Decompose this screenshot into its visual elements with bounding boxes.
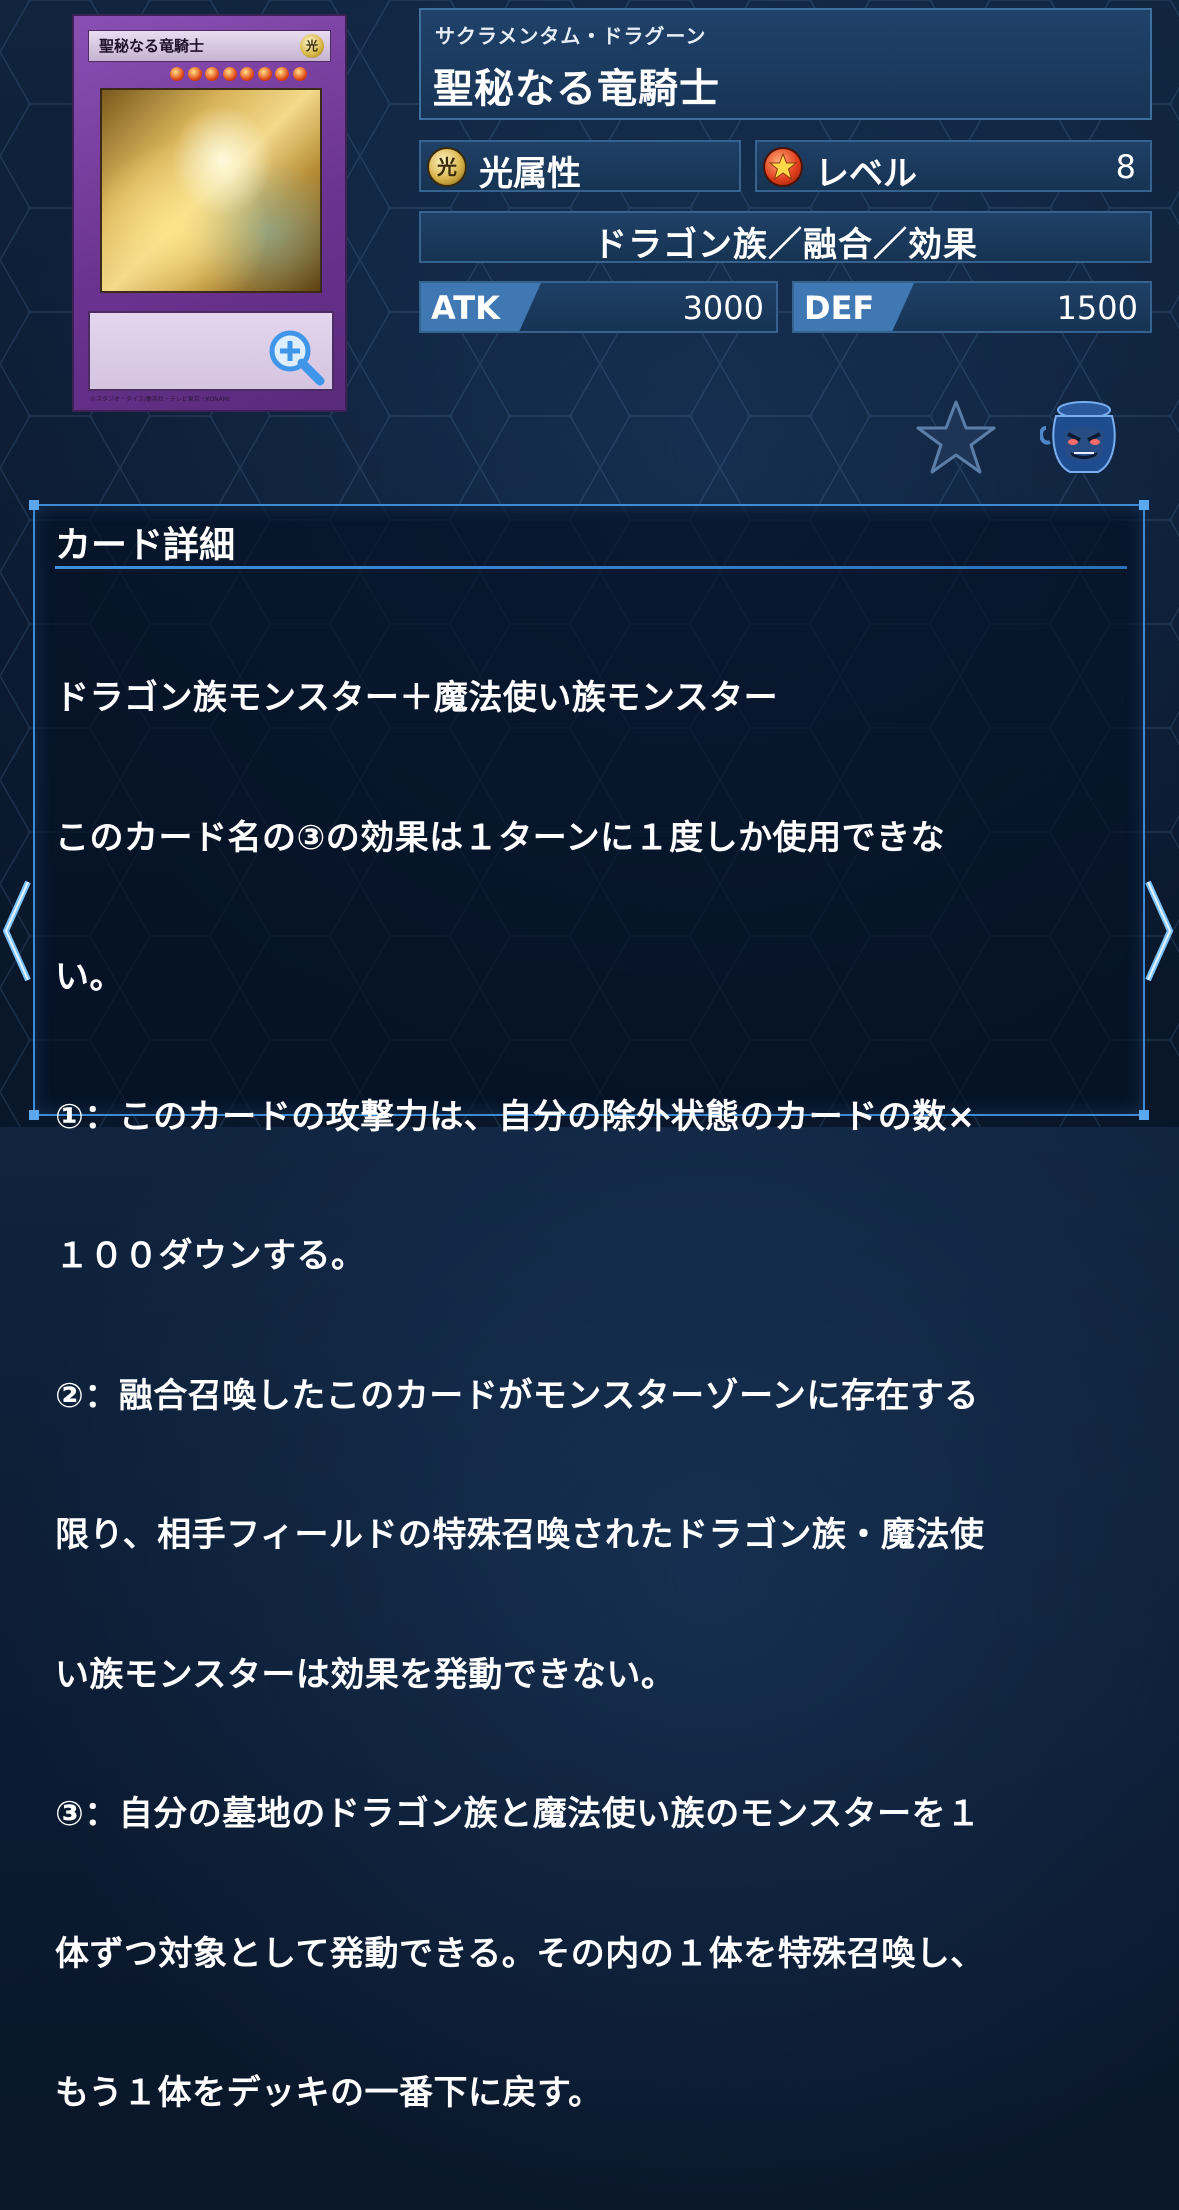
chevron-right-icon[interactable] bbox=[1142, 876, 1176, 986]
level-box: レベル 8 bbox=[755, 140, 1152, 194]
detail-divider bbox=[55, 566, 1127, 569]
card-level-star bbox=[187, 67, 202, 81]
effect-line: ①：このカードの攻撃力は、自分の除外状態のカードの数× bbox=[55, 1096, 976, 1137]
atk-label: ATK bbox=[431, 289, 500, 327]
card-image[interactable]: 聖秘なる竜騎士 光 ©スタジオ・ダイス/集英社・テレビ東京・KONAMI bbox=[72, 14, 347, 412]
card-name-panel: サクラメンタム・ドラグーン 聖秘なる竜騎士 bbox=[419, 8, 1152, 120]
pot-of-greed-icon[interactable] bbox=[1040, 398, 1120, 478]
card-image-footer: ©スタジオ・ダイス/集英社・テレビ東京・KONAMI bbox=[90, 396, 230, 403]
star-icon[interactable] bbox=[915, 398, 997, 476]
effect-line: い族モンスターは効果を発動できない。 bbox=[55, 1654, 676, 1695]
attribute-label: 光属性 bbox=[479, 154, 581, 194]
card-image-text-box bbox=[88, 311, 334, 391]
level-value: 8 bbox=[1115, 148, 1136, 186]
card-level-star bbox=[257, 67, 272, 81]
effect-line: 限り、相手フィールドの特殊召喚されたドラゴン族・魔法使 bbox=[55, 1515, 985, 1555]
light-attribute-icon: 光 bbox=[427, 147, 467, 187]
def-label: DEF bbox=[804, 289, 875, 327]
card-level-star bbox=[292, 67, 307, 81]
card-artwork bbox=[100, 88, 322, 293]
card-name: 聖秘なる竜騎士 bbox=[433, 66, 720, 112]
effect-line: ②：融合召喚したこのカードがモンスターゾーンに存在する bbox=[55, 1375, 979, 1416]
type-box: ドラゴン族／融合／効果 bbox=[419, 211, 1152, 265]
effect-line: もう１体をデッキの一番下に戻す。 bbox=[55, 2073, 603, 2113]
zoom-in-icon[interactable] bbox=[264, 325, 328, 389]
level-label: レベル bbox=[815, 154, 917, 194]
card-level-star bbox=[275, 67, 289, 81]
panel-corner bbox=[29, 1110, 39, 1120]
def-box: DEF 1500 bbox=[792, 281, 1152, 333]
effect-line: 体ずつ対象として発動できる。その内の１体を特殊召喚し、 bbox=[55, 1933, 985, 1974]
card-image-attribute-icon: 光 bbox=[300, 34, 324, 58]
effect-line: １００ダウンする。 bbox=[55, 1236, 366, 1276]
atk-box: ATK 3000 bbox=[419, 281, 778, 333]
detail-title: カード詳細 bbox=[55, 525, 236, 566]
effect-line: ③：自分の墓地のドラゴン族と魔法使い族のモンスターを１ bbox=[55, 1794, 981, 1834]
level-star-icon bbox=[763, 147, 803, 187]
atk-value: 3000 bbox=[682, 289, 764, 327]
card-image-title: 聖秘なる竜騎士 光 bbox=[88, 30, 331, 62]
def-value: 1500 bbox=[1056, 289, 1138, 327]
attribute-box: 光 光属性 bbox=[419, 140, 741, 194]
chevron-left-icon[interactable] bbox=[0, 876, 34, 986]
effect-line: い。 bbox=[55, 957, 124, 997]
card-level-star bbox=[240, 67, 254, 81]
effect-line: ドラゴン族モンスター＋魔法使い族モンスター bbox=[55, 678, 779, 718]
type-line: ドラゴン族／融合／効果 bbox=[593, 225, 978, 265]
card-detail-panel: カード詳細 ドラゴン族モンスター＋魔法使い族モンスター このカード名の③の効果は… bbox=[29, 500, 1149, 2113]
panel-corner bbox=[29, 500, 39, 510]
card-level-star bbox=[205, 67, 219, 81]
card-level-star bbox=[222, 67, 237, 81]
effect-line: このカード名の③の効果は１ターンに１度しか使用できな bbox=[55, 817, 946, 858]
card-name-ruby: サクラメンタム・ドラグーン bbox=[435, 24, 707, 48]
card-effect-text: ドラゴン族モンスター＋魔法使い族モンスター このカード名の③の効果は１ターンに１… bbox=[55, 582, 1135, 2210]
panel-corner bbox=[1139, 1110, 1149, 1120]
panel-corner bbox=[1139, 500, 1149, 510]
card-image-level-stars bbox=[170, 66, 330, 86]
card-level-star bbox=[170, 67, 184, 81]
